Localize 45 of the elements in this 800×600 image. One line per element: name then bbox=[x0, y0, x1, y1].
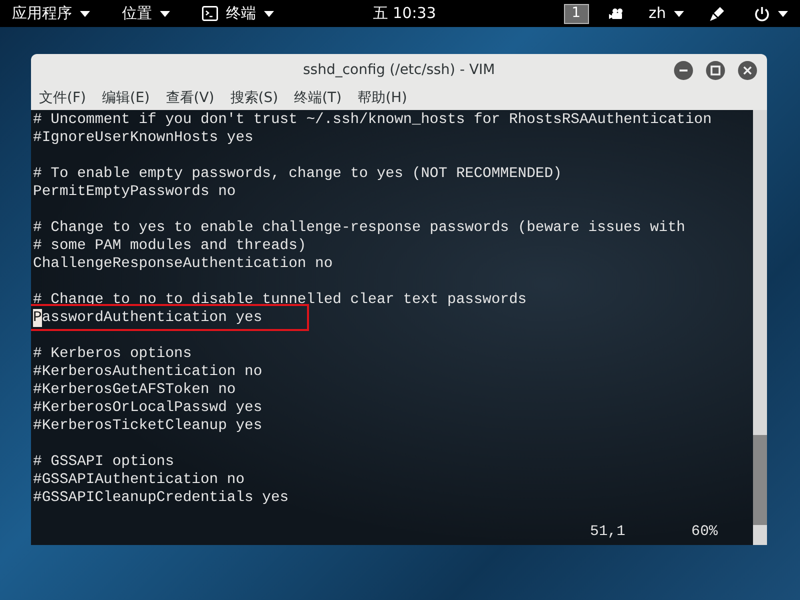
menu-item[interactable]: 终端(T) bbox=[294, 88, 342, 109]
caret-icon bbox=[264, 10, 274, 16]
top-menu[interactable]: 应用程序 bbox=[12, 2, 90, 25]
workspace-indicator[interactable]: 1 bbox=[564, 4, 589, 24]
code-line: # Change to no to disable tunnelled clear text passwords bbox=[33, 291, 527, 309]
menu-item[interactable]: 编辑(E) bbox=[102, 88, 150, 109]
code-line: #GSSAPIAuthentication no bbox=[33, 471, 245, 489]
minimize-icon[interactable] bbox=[674, 61, 693, 80]
code-line: #KerberosAuthentication no bbox=[33, 363, 262, 381]
menu-item[interactable]: 查看(V) bbox=[166, 88, 214, 109]
code-line: PermitEmptyPasswords no bbox=[33, 183, 236, 201]
code-line: # Kerberos options bbox=[33, 345, 192, 363]
code-line: #GSSAPICleanupCredentials yes bbox=[33, 489, 289, 507]
code-line: #KerberosGetAFSToken no bbox=[33, 381, 236, 399]
scroll-percent: 60% bbox=[691, 523, 718, 541]
code-line: # Change to yes to enable challenge-response passwords (beware issues with bbox=[33, 219, 686, 237]
language-menu[interactable]: zh bbox=[648, 2, 684, 25]
scrollbar-thumb[interactable] bbox=[753, 435, 767, 525]
caret-icon bbox=[160, 10, 170, 16]
caret-icon bbox=[674, 10, 684, 16]
top-menu[interactable]: 位置 bbox=[122, 2, 170, 25]
code-line: # To enable empty passwords, change to yes (NOT RECOMMENDED) bbox=[33, 165, 562, 183]
code-line: #KerberosTicketCleanup yes bbox=[33, 417, 262, 435]
terminal-icon bbox=[202, 6, 218, 21]
caret-icon bbox=[80, 10, 90, 16]
top-menu[interactable]: 终端 bbox=[202, 2, 274, 25]
code-line: # GSSAPI options bbox=[33, 453, 174, 471]
scrollbar[interactable] bbox=[753, 110, 767, 545]
code-line: #KerberosOrLocalPasswd yes bbox=[33, 399, 262, 417]
code-line: # Uncomment if you don't trust ~/.ssh/known_hosts for RhostsRSAAuthentication bbox=[33, 111, 712, 129]
pen-icon[interactable] bbox=[708, 4, 726, 22]
menu-item[interactable]: 帮助(H) bbox=[358, 88, 408, 109]
clock[interactable]: 五 10:33 bbox=[373, 2, 436, 25]
code-line: #IgnoreUserKnownHosts yes bbox=[33, 129, 254, 147]
code-line: ChallengeResponseAuthentication no bbox=[33, 255, 333, 273]
camera-icon[interactable] bbox=[608, 8, 625, 20]
window-title: sshd_config (/etc/ssh) - VIM bbox=[303, 61, 495, 80]
code-line: # some PAM modules and threads) bbox=[33, 237, 306, 255]
close-icon[interactable] bbox=[738, 61, 757, 80]
menu-item[interactable]: 搜索(S) bbox=[230, 88, 278, 109]
menu-item[interactable]: 文件(F) bbox=[39, 88, 86, 109]
power-icon[interactable] bbox=[754, 6, 770, 22]
caret-icon bbox=[778, 10, 788, 16]
maximize-icon[interactable] bbox=[706, 61, 725, 80]
cursor-position: 51,1 bbox=[590, 523, 626, 541]
